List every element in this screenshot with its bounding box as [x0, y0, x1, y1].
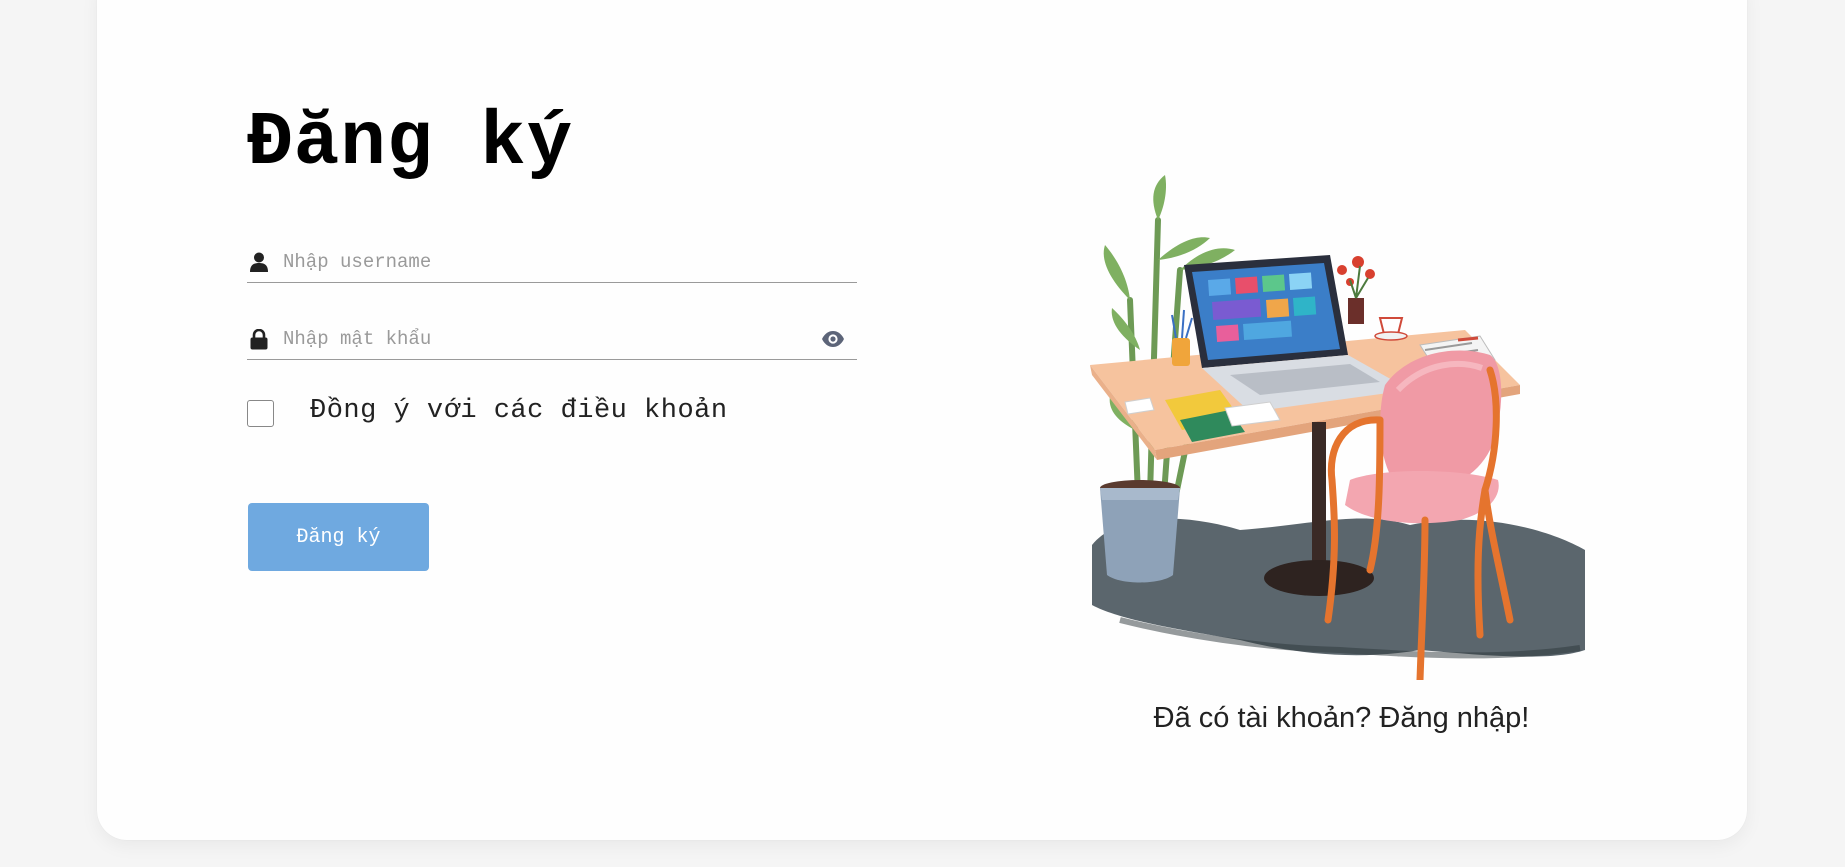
terms-label: Đồng ý với các điều khoản — [310, 396, 728, 426]
username-input[interactable] — [283, 247, 857, 277]
lock-icon — [249, 328, 269, 350]
username-field — [247, 242, 857, 283]
terms-row: Đồng ý với các điều khoản — [247, 395, 728, 427]
terms-checkbox[interactable] — [247, 400, 274, 427]
eye-icon[interactable] — [819, 329, 847, 349]
login-link[interactable]: Đã có tài khoản? Đăng nhập! — [1080, 702, 1603, 735]
desk-illustration — [1080, 150, 1600, 684]
password-field — [247, 319, 857, 360]
user-icon — [249, 251, 269, 273]
password-input[interactable] — [283, 324, 819, 354]
page-title: Đăng ký — [247, 100, 574, 186]
signup-button[interactable]: Đăng ký — [248, 503, 429, 571]
